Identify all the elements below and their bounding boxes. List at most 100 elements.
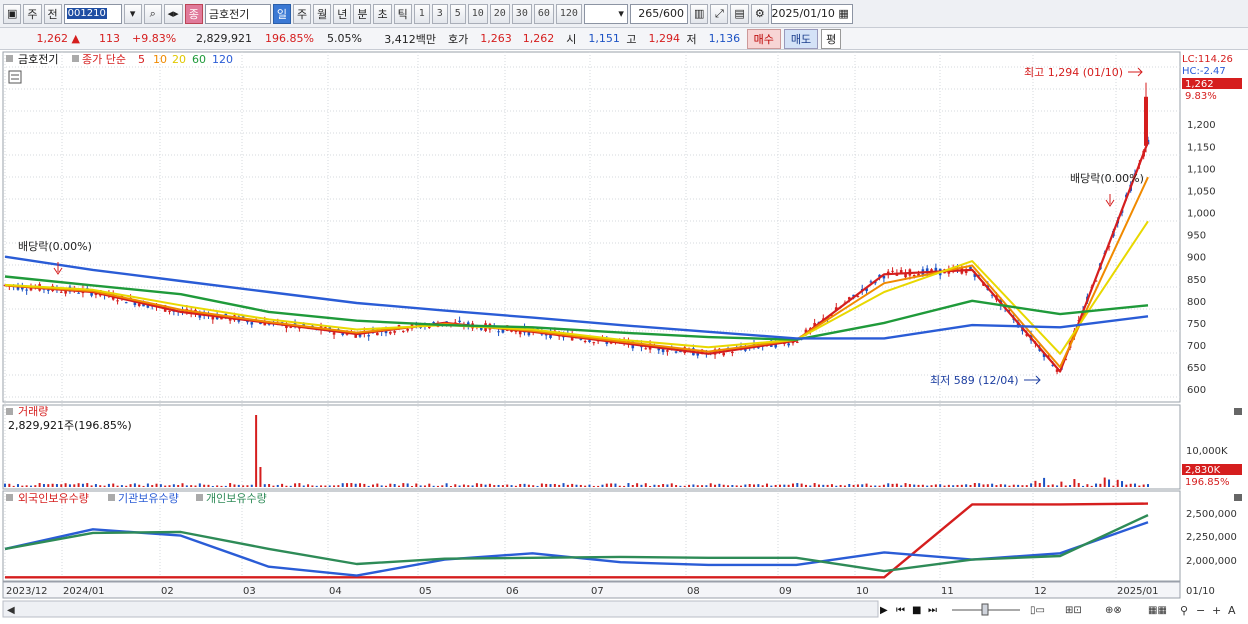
volume-bar <box>588 484 591 487</box>
volume-bar <box>346 483 349 487</box>
zoom-icon[interactable]: ⚲ <box>1180 604 1188 617</box>
volume-bar <box>103 485 106 487</box>
panel-handle-icon[interactable] <box>6 55 13 62</box>
candle <box>376 332 379 336</box>
volume-bar <box>913 484 916 487</box>
holdings-close-icon[interactable] <box>1234 494 1242 501</box>
volume-handle-icon[interactable] <box>6 408 13 415</box>
stock-code-input[interactable]: 001210 <box>63 3 122 24</box>
prev-button[interactable]: 전 <box>43 3 62 24</box>
volume-bar <box>869 485 872 487</box>
interval-60[interactable]: 60 <box>533 3 554 24</box>
volume-panel-title: 거래량 <box>18 405 48 418</box>
volume-bar <box>744 484 747 487</box>
interval-1[interactable]: 1 <box>413 3 430 24</box>
volume-bar <box>428 483 431 487</box>
search-icon[interactable]: ⌕ <box>143 3 162 24</box>
volume-bar <box>203 484 206 487</box>
stock-name-field[interactable]: 금호전기 <box>204 3 271 24</box>
window-icon[interactable]: ▣ <box>3 3 22 24</box>
period-second[interactable]: 초 <box>373 3 392 24</box>
last-icon[interactable]: ⏭ <box>928 605 937 616</box>
zoom-slider-handle[interactable] <box>981 603 989 616</box>
stock-chart[interactable]: 금호전기 종가 단순 5 10 20 60 120 최고 1,294 (01/1… <box>0 50 1248 621</box>
layout-icon[interactable]: ▯▭ <box>1030 605 1045 616</box>
volume-bar <box>272 485 275 487</box>
sell-button[interactable]: 매도 <box>783 28 819 49</box>
indiv-handle-icon[interactable] <box>196 494 203 501</box>
horizontal-scrollbar[interactable] <box>2 600 879 618</box>
period-tick[interactable]: 틱 <box>393 3 412 24</box>
volume-close-icon[interactable] <box>1234 408 1242 415</box>
interval-120[interactable]: 120 <box>555 3 582 24</box>
font-size-icon[interactable]: A <box>1228 604 1236 617</box>
stop-icon[interactable]: ■ <box>912 605 921 616</box>
chart-area[interactable]: 금호전기 종가 단순 5 10 20 60 120 최고 1,294 (01/1… <box>0 50 1248 621</box>
volume-bar <box>874 485 877 487</box>
tools-icon[interactable]: ⊞⊡ <box>1065 605 1082 616</box>
gear-icon[interactable]: ⚙ <box>750 3 769 24</box>
volume-bar <box>1108 479 1111 487</box>
volume-bar <box>467 485 470 487</box>
volume-bar <box>740 485 743 487</box>
table-toggle-icon[interactable] <box>8 70 22 84</box>
volume-bar <box>285 485 288 487</box>
volume-bar <box>246 485 249 487</box>
ma-handle-icon[interactable] <box>72 55 79 62</box>
candle <box>666 350 669 352</box>
draw-tool-icon[interactable]: ⤢ <box>710 3 729 24</box>
scroll-right-icon[interactable]: ▶ <box>880 605 888 616</box>
open-label: 시 <box>566 32 577 46</box>
save-icon[interactable]: ▤ <box>730 3 749 24</box>
volume-bar <box>311 485 314 487</box>
buy-button[interactable]: 매수 <box>746 28 781 49</box>
volume-bar <box>1069 485 1072 487</box>
code-dropdown-icon[interactable]: ▾ <box>123 3 142 24</box>
period-day[interactable]: 일 <box>272 3 291 24</box>
x-axis-label: 2024/01 <box>63 586 105 597</box>
volume-bar <box>168 485 171 487</box>
volume-bar <box>484 484 487 487</box>
volume-bar <box>1047 485 1050 487</box>
price-ytick: 1,000 <box>1187 209 1216 220</box>
interval-30[interactable]: 30 <box>511 3 532 24</box>
count-field[interactable]: 265/600 <box>629 3 688 24</box>
volume-bar <box>545 483 548 487</box>
x-axis-label: 2025/01 <box>1117 586 1159 597</box>
interval-10[interactable]: 10 <box>467 3 488 24</box>
bid-value: 1,262 <box>522 32 555 45</box>
grid-icon[interactable]: ▦▦ <box>1148 605 1167 616</box>
interval-5[interactable]: 5 <box>449 3 466 24</box>
interval-3[interactable]: 3 <box>431 3 448 24</box>
market-type-button[interactable]: 주 <box>23 3 42 24</box>
interval-20[interactable]: 20 <box>489 3 510 24</box>
x-axis-right-label: 01/10 <box>1186 586 1215 597</box>
period-year[interactable]: 년 <box>333 3 352 24</box>
inst-handle-icon[interactable] <box>108 494 115 501</box>
first-icon[interactable]: ⏮ <box>896 605 905 616</box>
period-month[interactable]: 월 <box>313 3 332 24</box>
period-week[interactable]: 주 <box>292 3 312 24</box>
candle <box>137 303 141 306</box>
period-minute[interactable]: 분 <box>353 3 372 24</box>
scroll-left-icon[interactable]: ◀ <box>7 605 15 616</box>
holdings-handle-icon[interactable] <box>6 494 13 501</box>
zoom-in-icon[interactable]: + <box>1212 604 1221 617</box>
holdings-ytick-3: 2,000,000 <box>1186 556 1237 567</box>
volume-bar <box>185 485 188 487</box>
volume-bar <box>830 484 833 487</box>
crosshair-icon[interactable]: ⊕⊗ <box>1105 605 1122 616</box>
average-button[interactable]: 평 <box>821 28 842 49</box>
chart-type-icon[interactable]: ▥ <box>689 3 709 24</box>
volume-bar <box>216 485 219 487</box>
date-input[interactable]: 2025/01/10 ▦ <box>770 3 853 24</box>
volume-bar <box>601 484 604 487</box>
volume-bar <box>64 483 67 487</box>
custom-interval-input[interactable]: ▾ <box>583 3 628 24</box>
last-candle <box>1144 96 1148 146</box>
volume-bar <box>770 485 773 487</box>
speaker-icon[interactable]: ◂▸ <box>163 3 183 24</box>
zoom-out-icon[interactable]: − <box>1196 604 1205 617</box>
holdings-ytick-2: 2,250,000 <box>1186 532 1237 543</box>
volume-ytick: 10,000K <box>1186 446 1228 457</box>
